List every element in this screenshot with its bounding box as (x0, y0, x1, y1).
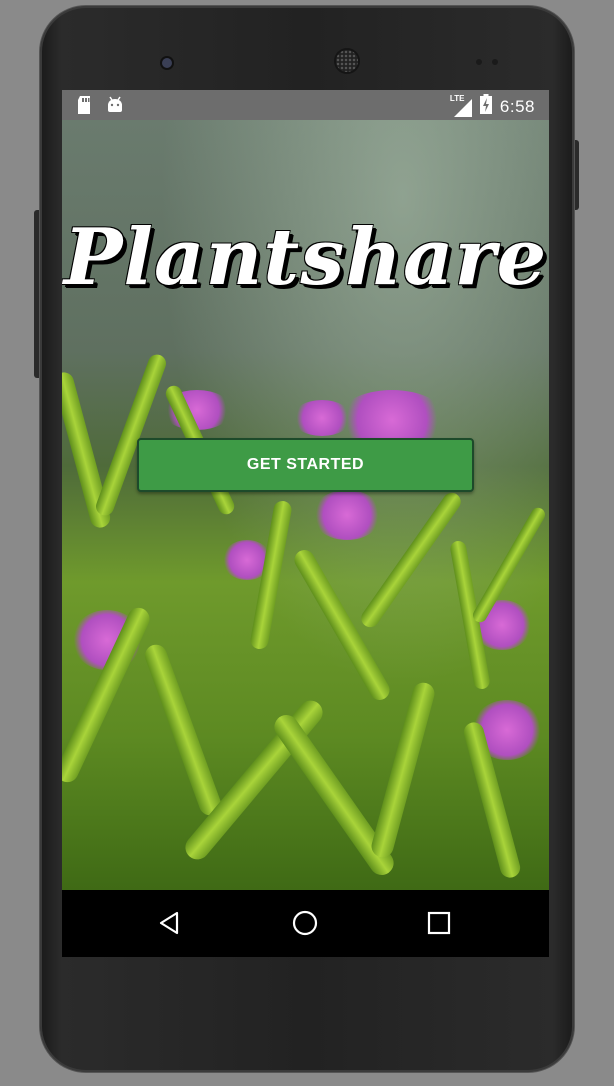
network-type-label: LTE (449, 93, 465, 103)
sd-card-icon (76, 96, 92, 119)
android-icon (106, 96, 124, 119)
proximity-sensor (476, 59, 482, 65)
device-screen: LTE 6:58 Plantshare GET STARTED (62, 90, 549, 957)
clock: 6:58 (499, 96, 535, 116)
recents-icon[interactable] (424, 908, 454, 938)
lte-signal-icon: LTE (449, 93, 472, 117)
front-camera (162, 58, 172, 68)
status-bar: LTE 6:58 (62, 90, 549, 120)
get-started-button[interactable]: GET STARTED (137, 438, 474, 492)
light-sensor (492, 59, 498, 65)
splash-screen: Plantshare GET STARTED (62, 120, 549, 890)
earpiece-speaker (336, 50, 358, 72)
app-title: Plantshare (63, 212, 548, 303)
home-icon[interactable] (290, 908, 320, 938)
navigation-bar (62, 890, 549, 957)
battery-charging-icon (479, 94, 492, 119)
back-icon[interactable] (154, 908, 184, 938)
